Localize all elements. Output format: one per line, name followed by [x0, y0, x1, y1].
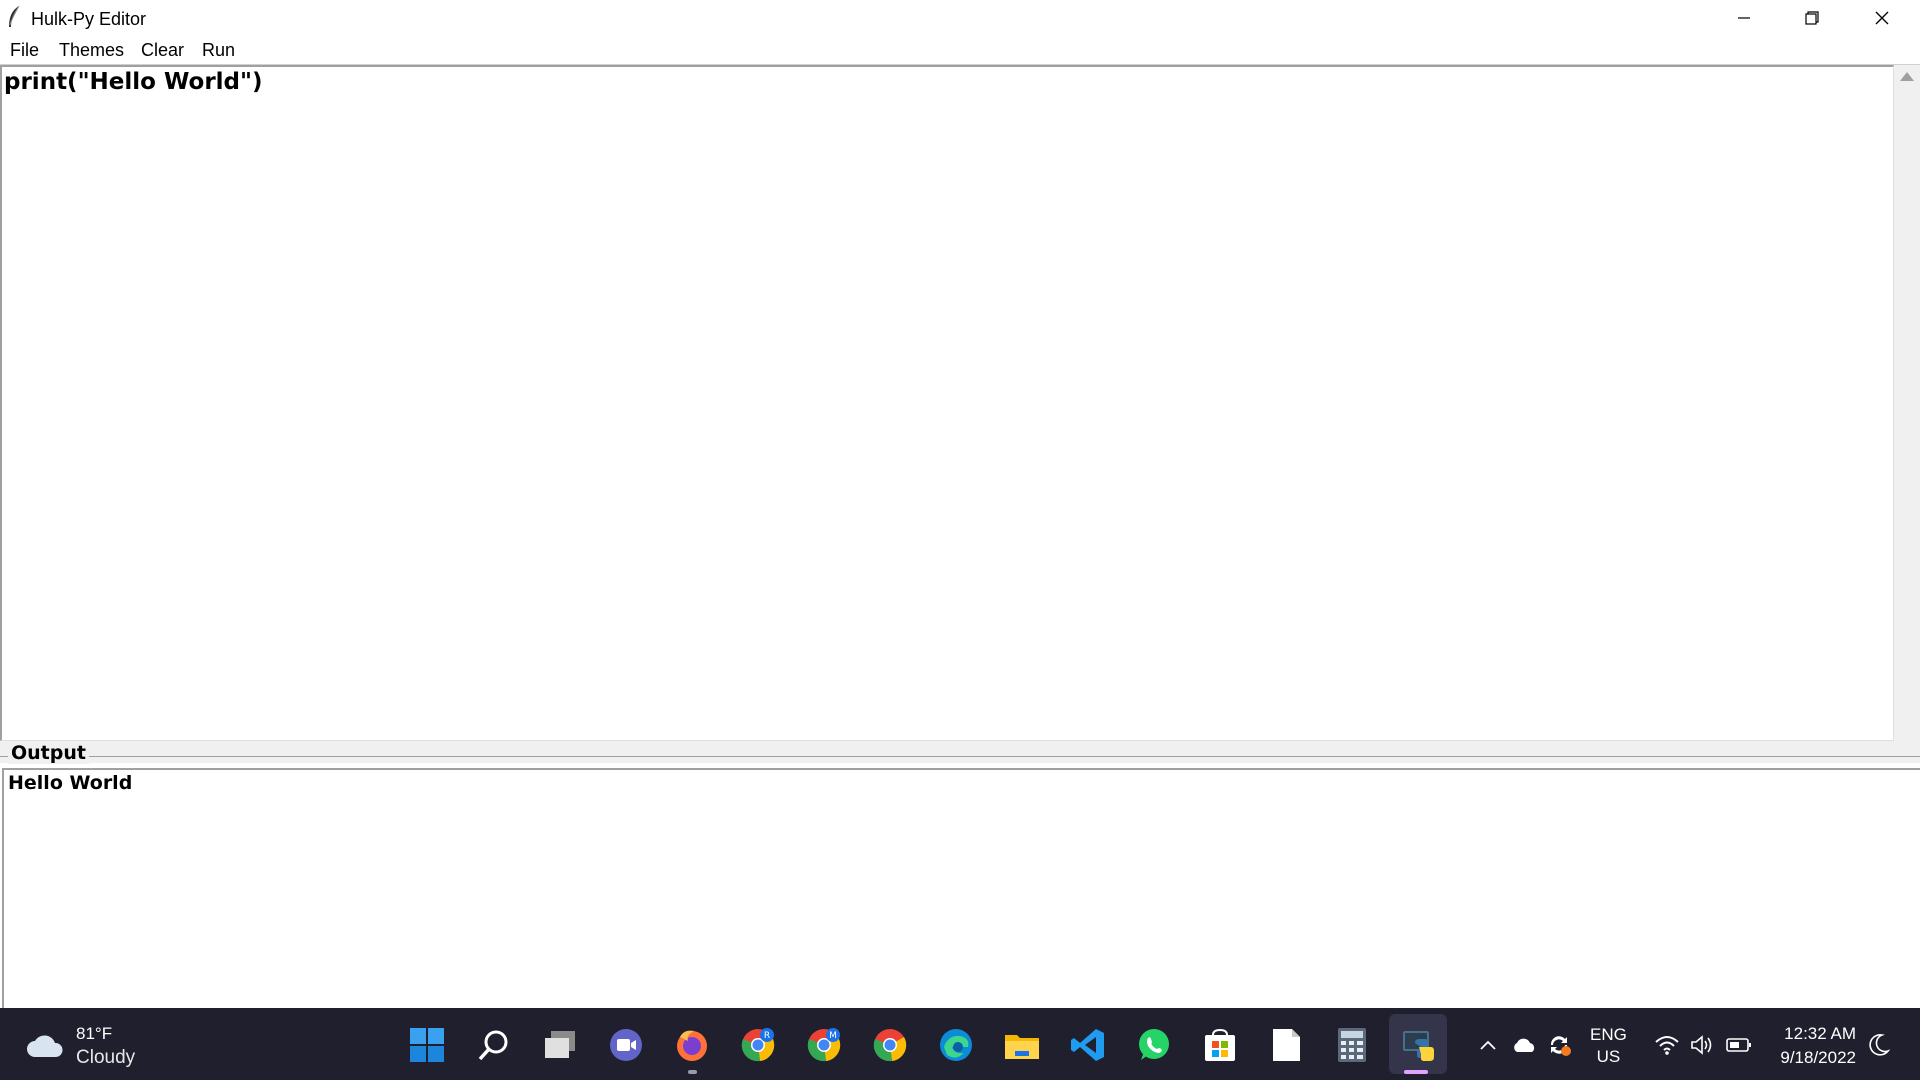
edge-icon[interactable]	[937, 1026, 975, 1064]
menu-file[interactable]: File	[10, 40, 39, 61]
search-icon[interactable]	[475, 1026, 513, 1064]
windows-start-icon[interactable]	[408, 1026, 446, 1064]
chrome-icon[interactable]	[871, 1026, 909, 1064]
menu-themes[interactable]: Themes	[59, 40, 124, 61]
python-active-indicator	[1404, 1070, 1428, 1074]
chevron-up-icon[interactable]	[1475, 1034, 1501, 1056]
menu-clear[interactable]: Clear	[141, 40, 184, 61]
chrome-profile-r-icon[interactable]: R	[739, 1026, 777, 1064]
restore-icon	[1805, 10, 1819, 25]
language-indicator[interactable]: ENG US	[1590, 1024, 1627, 1068]
python-icon[interactable]	[1399, 1026, 1437, 1064]
microsoft-store-icon[interactable]	[1201, 1026, 1239, 1064]
close-button[interactable]	[1848, 0, 1916, 35]
teams-chat-icon[interactable]	[607, 1026, 645, 1064]
weather-temperature: 81°F	[76, 1024, 113, 1043]
menu-bar: File Themes Clear Run	[0, 35, 1920, 65]
code-text: print("Hello World")	[4, 69, 263, 95]
weather-condition: Cloudy	[76, 1047, 136, 1068]
clock[interactable]: 12:32 AM 9/18/2022	[1770, 1022, 1856, 1070]
output-label: Output	[8, 742, 89, 764]
svg-text:R: R	[764, 1031, 770, 1041]
clock-date: 9/18/2022	[1780, 1048, 1856, 1067]
restore-button[interactable]	[1778, 0, 1846, 35]
volume-icon[interactable]	[1690, 1034, 1716, 1056]
file-explorer-icon[interactable]	[1003, 1026, 1041, 1064]
sync-icon[interactable]	[1547, 1034, 1573, 1056]
scroll-up-arrow-icon[interactable]	[1900, 72, 1914, 81]
close-icon	[1875, 11, 1889, 24]
cloud-icon	[27, 1035, 63, 1057]
task-view-icon[interactable]	[541, 1026, 579, 1064]
svg-text:M: M	[829, 1031, 837, 1041]
chrome-profile-m-icon[interactable]: M	[805, 1026, 843, 1064]
weather-widget[interactable]: 81°F Cloudy	[26, 1022, 135, 1070]
minimize-button[interactable]	[1710, 0, 1778, 35]
vscode-icon[interactable]	[1069, 1026, 1107, 1064]
wifi-icon[interactable]	[1654, 1034, 1680, 1056]
code-editor[interactable]: print("Hello World")	[0, 65, 1894, 741]
focus-assist-moon-icon[interactable]	[1866, 1034, 1892, 1056]
firefox-icon[interactable]	[673, 1026, 711, 1064]
output-panel[interactable]: Hello World	[2, 768, 1920, 1008]
feather-icon	[6, 5, 22, 29]
window-title: Hulk-Py Editor	[31, 9, 147, 29]
language-code: ENG	[1590, 1025, 1627, 1044]
minimize-icon	[1738, 16, 1750, 19]
notepad-icon[interactable]	[1267, 1026, 1305, 1064]
menu-run[interactable]: Run	[202, 40, 235, 61]
editor-scrollbar[interactable]	[1894, 65, 1920, 741]
taskbar: 81°F Cloudy R M ENG US 12:32 AM 9/18/202…	[0, 1008, 1920, 1080]
language-region: US	[1596, 1047, 1621, 1066]
onedrive-icon[interactable]	[1511, 1034, 1537, 1056]
battery-icon[interactable]	[1726, 1034, 1752, 1056]
output-text: Hello World	[8, 772, 133, 794]
output-frame	[0, 756, 1920, 764]
title-bar: Hulk-Py Editor	[0, 0, 1920, 35]
calculator-icon[interactable]	[1333, 1026, 1371, 1064]
clock-time: 12:32 AM	[1784, 1024, 1856, 1043]
whatsapp-icon[interactable]	[1135, 1026, 1173, 1064]
firefox-running-indicator	[688, 1070, 697, 1074]
